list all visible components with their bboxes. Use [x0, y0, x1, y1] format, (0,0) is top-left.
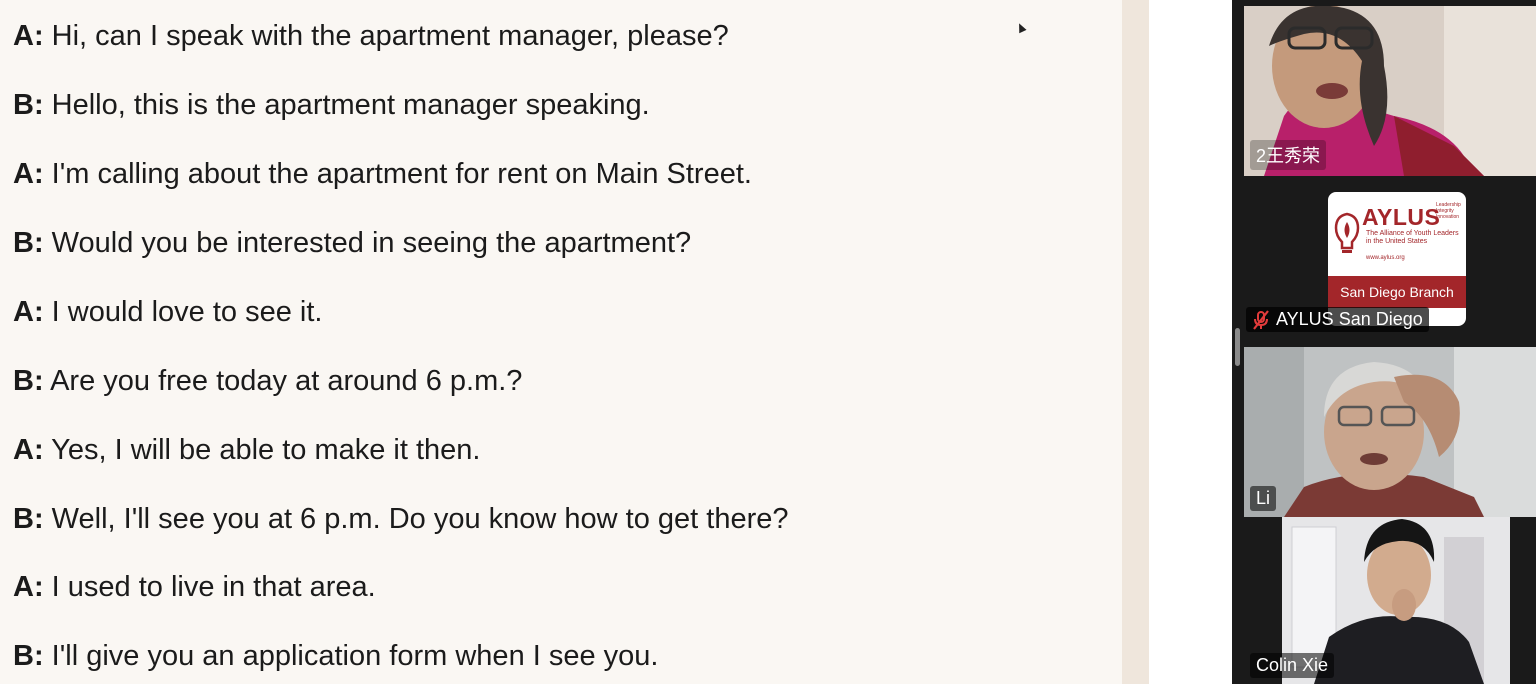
- line-text: I used to live in that area.: [51, 571, 376, 603]
- line-text: Would you be interested in seeing the ap…: [51, 227, 692, 259]
- dialogue-line: B: I'll give you an application form whe…: [13, 639, 659, 673]
- speaker-label: A:: [13, 571, 44, 603]
- participant-name: 2王秀荣: [1250, 140, 1327, 170]
- speaker-label: B:: [13, 365, 44, 397]
- line-text: Hi, can I speak with the apartment manag…: [51, 20, 729, 52]
- speaker-label: A:: [13, 20, 44, 52]
- lightbulb-icon: [1334, 212, 1360, 253]
- speaker-label: B:: [13, 640, 44, 672]
- speaker-label: A:: [13, 434, 44, 466]
- line-text: I'm calling about the apartment for rent…: [51, 158, 752, 190]
- line-text: I'll give you an application form when I…: [51, 640, 659, 672]
- line-text: Are you free today at around 6 p.m.?: [50, 365, 523, 397]
- dialogue-line: B: Well, I'll see you at 6 p.m. Do you k…: [13, 502, 789, 536]
- participant-tile[interactable]: Li: [1244, 347, 1536, 517]
- dialogue-line: A: Hi, can I speak with the apartment ma…: [13, 19, 729, 53]
- participant-tile[interactable]: AYLUS Leadership Integrity Innovation Th…: [1244, 188, 1536, 340]
- speaker-label: B:: [13, 503, 44, 535]
- logo-side-text: Leadership Integrity Innovation: [1436, 202, 1461, 220]
- dialogue-line: A: I used to live in that area.: [13, 570, 376, 604]
- logo-tagline: The Alliance of Youth Leaders in the Uni…: [1366, 230, 1459, 245]
- dialogue-line: B: Would you be interested in seeing the…: [13, 226, 691, 260]
- participant-tile[interactable]: 2王秀荣: [1244, 6, 1536, 176]
- logo-brand: AYLUS: [1362, 204, 1441, 230]
- document-edge: [1122, 0, 1149, 684]
- participant-name: Colin Xie: [1250, 653, 1335, 678]
- participant-tile[interactable]: Colin Xie: [1244, 517, 1536, 684]
- dialogue-line: A: I'm calling about the apartment for r…: [13, 157, 752, 191]
- gutter: [1149, 0, 1232, 684]
- dialogue-line: B: Are you free today at around 6 p.m.?: [13, 364, 522, 398]
- aylus-logo: AYLUS Leadership Integrity Innovation Th…: [1328, 192, 1466, 326]
- line-text: Hello, this is the apartment manager spe…: [51, 89, 650, 121]
- speaker-label: A:: [13, 158, 44, 190]
- dialogue-line: B: Hello, this is the apartment manager …: [13, 88, 650, 122]
- line-text: I would love to see it.: [51, 296, 323, 328]
- logo-branch: San Diego Branch: [1328, 276, 1466, 308]
- dialogue-line: A: Yes, I will be able to make it then.: [13, 433, 481, 467]
- participant-video: [1244, 347, 1536, 517]
- line-text: Well, I'll see you at 6 p.m. Do you know…: [51, 503, 789, 535]
- speaker-label: B:: [13, 227, 44, 259]
- participant-name-bar: AYLUS San Diego: [1246, 306, 1429, 332]
- line-text: Yes, I will be able to make it then.: [51, 434, 481, 466]
- participant-name: AYLUS San Diego: [1276, 308, 1423, 329]
- participant-name: Li: [1250, 486, 1277, 511]
- speaker-label: B:: [13, 89, 44, 121]
- mic-off-icon: [1253, 310, 1269, 330]
- dialogue-line: A: I would love to see it.: [13, 295, 323, 329]
- panel-resize-handle[interactable]: [1235, 328, 1240, 366]
- speaker-label: A:: [13, 296, 44, 328]
- logo-url: www.aylus.org: [1366, 255, 1405, 261]
